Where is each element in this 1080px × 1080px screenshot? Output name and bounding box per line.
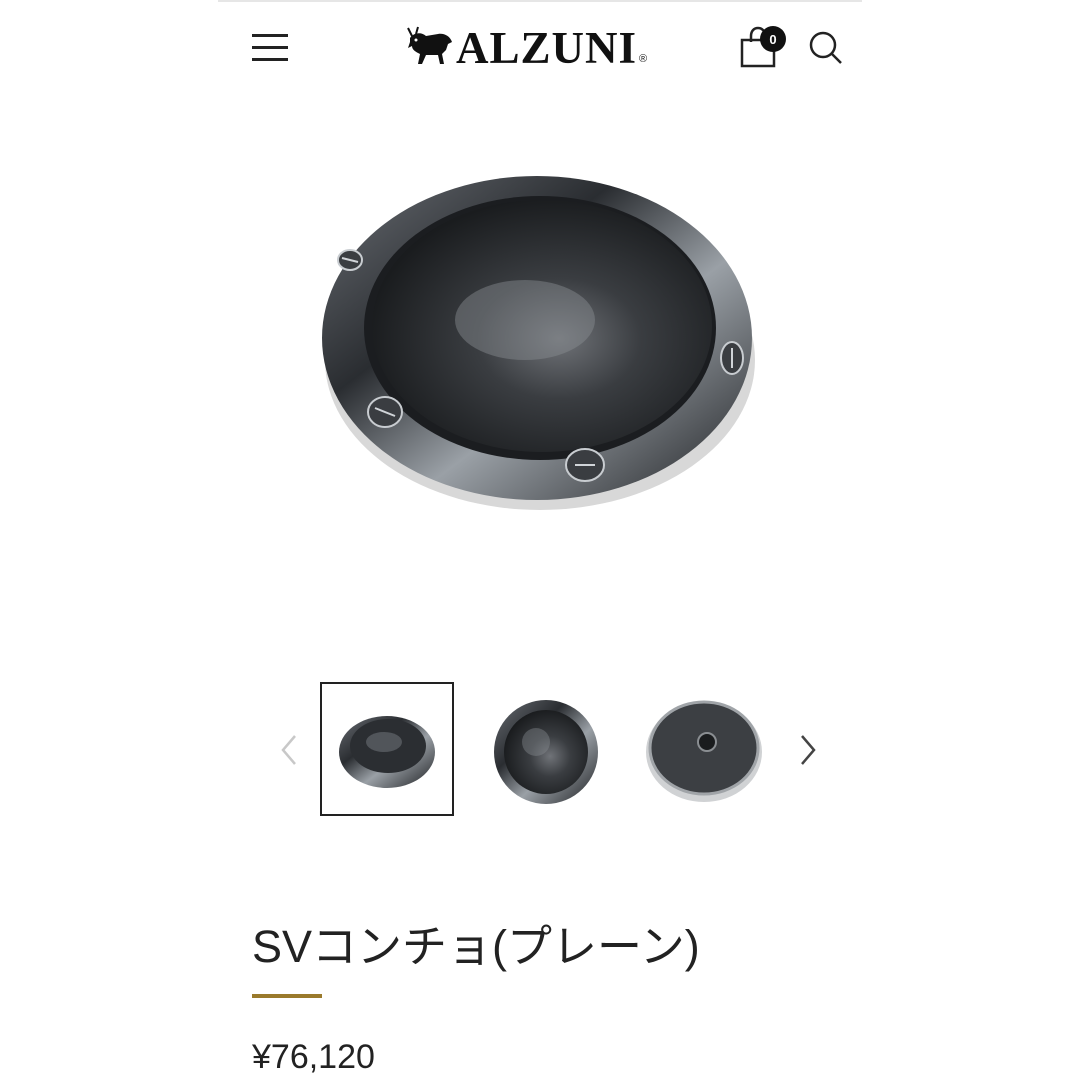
- bull-logo-icon: [407, 26, 452, 64]
- gallery-next-button[interactable]: [792, 730, 822, 770]
- thumbnail-2[interactable]: [476, 682, 610, 816]
- search-button[interactable]: [806, 28, 846, 68]
- thumbnail-carousel: [270, 680, 830, 820]
- cart-count-badge: 0: [760, 26, 786, 52]
- thumbnail-image-back: [646, 700, 762, 802]
- title-accent-underline: [252, 994, 322, 998]
- site-header: ALZUNI ® 0: [218, 2, 862, 94]
- gallery-prev-button[interactable]: [275, 730, 305, 770]
- concho-photo: [322, 176, 755, 510]
- thumbnail-image-front: [494, 700, 598, 804]
- thumbnail-1[interactable]: [320, 682, 454, 816]
- search-icon: [809, 31, 842, 64]
- product-title: SVコンチョ(プレーン): [252, 921, 700, 972]
- brand-logo[interactable]: ALZUNI ®: [404, 20, 647, 76]
- thumbnail-3[interactable]: [632, 682, 766, 816]
- menu-button[interactable]: [252, 32, 288, 62]
- product-main-image[interactable]: [300, 140, 770, 540]
- chevron-right-icon: [801, 735, 816, 765]
- product-price: ¥76,120: [252, 1038, 375, 1076]
- brand-name: ALZUNI: [456, 23, 638, 73]
- chevron-left-icon: [281, 735, 296, 765]
- registered-mark: ®: [639, 53, 648, 65]
- thumbnail-image-angle: [339, 716, 435, 788]
